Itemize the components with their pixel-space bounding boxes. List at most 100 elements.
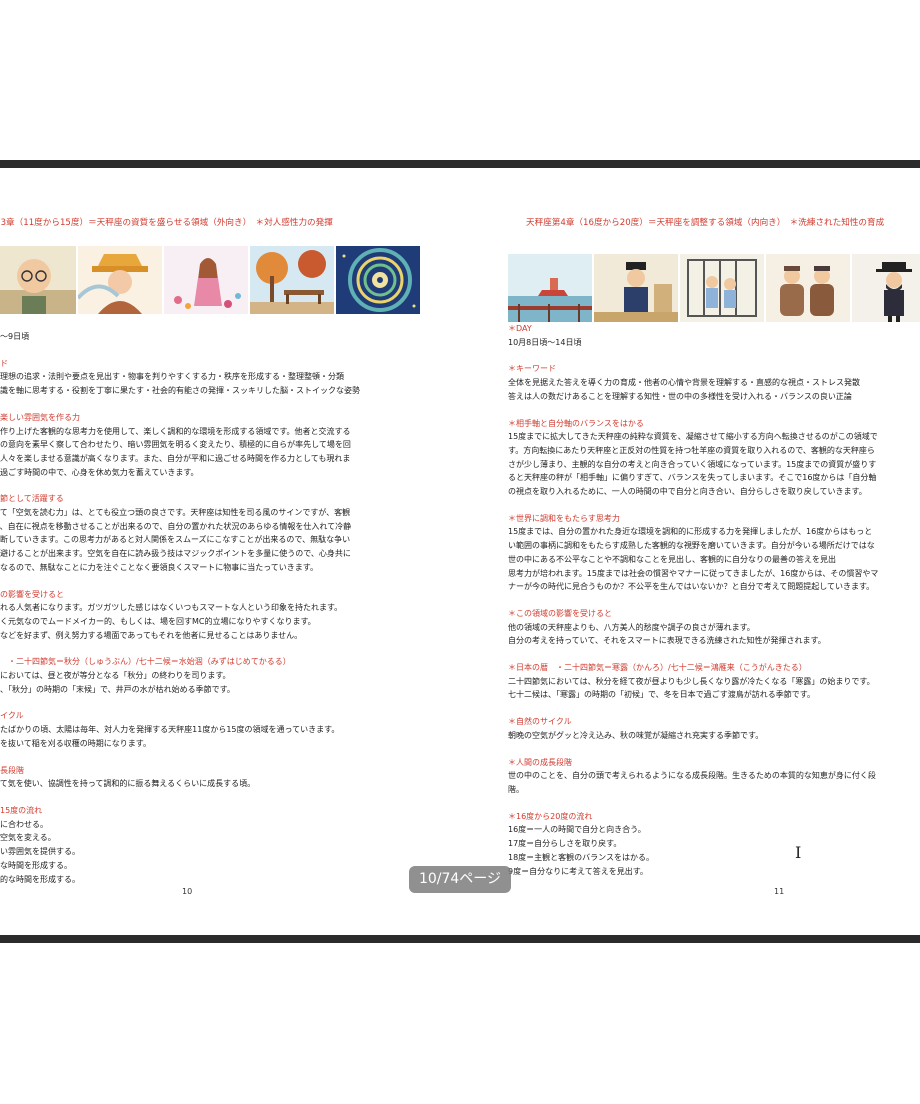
right-section-nature: ＊自然のサイクル 朝晩の空気がグッと冷え込み、秋の味覚が凝縮され充実する季節です… <box>508 715 878 742</box>
text-line: 水を抜いて稲を刈る収穫の時期になります。 <box>0 738 151 748</box>
text-line: 15度までは、自分の置かれた身近な環境を調和的に形成する力を発揮しましたが、16… <box>508 527 873 537</box>
left-section-nature: サイクル ったばかりの頃、太陽は毎年、対人力を発揮する天秤座11度から15度の領… <box>0 709 360 750</box>
bottom-bar <box>0 935 920 943</box>
left-page-header: 第3章（11度から15度）＝天秤座の資質を盛らせる領域（外向き） ＊対人感性力の… <box>0 218 333 228</box>
text-line: 手の意向を素早く察して合わせたり、暗い雰囲気を明るく変えたり、積極的に自らが率先… <box>0 440 351 450</box>
text-line: 16度＝一人の時間で自分と向き合う。 <box>508 825 646 835</box>
left-section-keywords: ード ・理想の追求・法則や要点を見出す・物事を判りやすくする力・秩序を形成する・… <box>0 357 360 398</box>
text-line: 要識を軸に思考する・役割を丁寧に果たす・社会的有能さの発揮・スッキリした脳・スト… <box>0 386 360 396</box>
illustration-man-with-hat <box>852 254 920 322</box>
page-number: 10 <box>182 887 193 896</box>
text-line: の視点を取り入れるために、一人の時間の中で自分と向き合い、自分らしさを取り戻して… <box>508 487 867 497</box>
text-line: るく元気なのでムードメイカー的、もしくは、場を回すMC的立場になりやすくなります… <box>0 616 316 626</box>
text-line: 二十四節気においては、秋分を経て夜が昼よりも少し長くなり露が冷たくなる「寒露」の… <box>508 676 875 686</box>
text-line: 15度までに拡大してきた天秤座の純粋な資質を、凝縮させて縮小する方向へ転換させる… <box>508 432 878 442</box>
top-bar <box>0 160 920 168</box>
text-line: 他の領域の天秤座よりも、八方美人的愁度や調子の良さが薄れます。 <box>508 622 755 632</box>
text-line: を避けることが出来ます。空気を自在に読み扱う技はマジックポイントを多量に使うので… <box>0 549 351 559</box>
text-line: くなるので、無駄なことに力を注ぐことなく要領良くスマートに物事に当たっていきます… <box>0 562 318 572</box>
right-section-harmony: ＊世界に調和をもたらす思考力 15度までは、自分の置かれた身近な環境を調和的に形… <box>508 512 878 594</box>
section-heading: ＊16度から20度の流れ <box>508 811 593 821</box>
left-page-body: 頃〜9日頃 ード ・理想の追求・法則や要点を見出す・物事を判りやすくする力・秩序… <box>0 330 360 886</box>
text-line: 全体を見据えた答えを導く力の育成・他者の心情や背景を理解する・直感的な視点・スト… <box>508 378 860 388</box>
text-line: 答えは人の数だけあることを理解する知性・世の中の多様性を受け入れる・バランスの良… <box>508 391 852 401</box>
section-heading: 暦 ・二十四節気＝秋分（しゅうぶん）/七十二候＝水始涸（みずはじめてかるる） <box>0 657 291 667</box>
text-line: 階。 <box>508 784 524 794</box>
illustration-man-with-glasses <box>0 246 76 314</box>
text-line: は、「秋分」の時期の「末候」で、井戸の水が枯れ始める季節です。 <box>0 684 235 694</box>
right-section-keywords: ＊キーワード 全体を見据えた答えを導く力の育成・他者の心情や背景を理解する・直感… <box>508 362 878 403</box>
text-line: 世の中にある不公平なことや不調和なことを見出し、客観的に自分なりの最善の答えを見… <box>508 554 836 564</box>
right-page: 天秤座第4章（16度から20度）＝天秤座を調整する領域（内向き） ＊洗練された知… <box>460 170 920 932</box>
left-section-growth: 成長段階 して気を使い、協調性を持って調和的に振る舞えるくらいに成長する頃。 <box>0 764 360 791</box>
text-line: 力などを好まず、例え努力する場面であってもそれを他者に見せることはありません。 <box>0 630 303 640</box>
text-line: ったばかりの頃、太陽は毎年、対人力を発揮する天秤座11度から15度の領域を通って… <box>0 725 340 735</box>
text-line: す。方向転換にあたり天秤座と正反対の性質を持つ牡羊座の資質を取り入れるので、客観… <box>508 445 875 455</box>
left-section-influence: 域の影響を受けると かれる人気者になります。ガツガツした感じはなくいつもスマート… <box>0 588 360 643</box>
illustration-ship-harbor <box>508 254 592 322</box>
illustration-prisoners <box>680 254 764 322</box>
text-line: 、人々を楽しませる意識が高くなります。また、自分が平和に過ごせる時間を作る力とし… <box>0 453 351 463</box>
illustration-girl-in-garden <box>164 246 248 314</box>
left-section-atmosphere: で楽しい雰囲気を作る力 に作り上げた客観的な思考力を使用して、楽しく調和的な環境… <box>0 411 360 480</box>
text-line: 手に合わせる。 <box>0 819 48 829</box>
text-line: いて「空気を読む力」は、とても役立つ頭の良さです。天秤座は知性を司る風のサインで… <box>0 508 351 518</box>
section-heading: い節として活躍する <box>0 494 64 504</box>
section-heading: サイクル <box>0 711 24 721</box>
section-heading: ＊DAY <box>508 324 532 333</box>
section-heading: 成長段階 <box>0 765 24 775</box>
illustration-bench-scene <box>250 246 334 314</box>
text-line: さが少し薄まり、主観的な自分の考えと向き合っていく領域になっています。15度まで… <box>508 459 877 469</box>
page-number: 11 <box>774 887 785 896</box>
text-line: い範囲の事柄に調和をもたらす成熟した客観的な視野を磨いていきます。自分が今いる場… <box>508 541 875 551</box>
section-heading: ら15度の流れ <box>0 805 43 815</box>
text-line: 頃〜9日頃 <box>0 332 30 341</box>
section-heading: ＊世界に調和をもたらす思考力 <box>508 513 620 523</box>
text-line: 世の中のことを、自分の頭で考えられるようになる成長段階。生きるための本質的な知恵… <box>508 771 876 781</box>
text-line: 気においては、昼と夜が等分となる「秋分」の終わりを司ります。 <box>0 671 231 681</box>
text-line: で、自在に視点を移動させることが出来るので、自分の置かれた状況のあらゆる情報を仕… <box>0 521 352 531</box>
text-line: 17度＝自分らしさを取り戻す。 <box>508 839 622 849</box>
right-section-flow: ＊16度から20度の流れ 16度＝一人の時間で自分と向き合う。 17度＝自分らし… <box>508 810 878 879</box>
text-cursor-icon: I <box>795 843 802 862</box>
text-line: に過ごす時間の中で、心身を休め気力を蓄えていきます。 <box>0 467 199 477</box>
section-heading: ード <box>0 358 8 368</box>
text-line: 自分の考えを持っていて、それをスマートに表現できる洗練された知性が発揮されます。 <box>508 636 826 646</box>
text-line: ・理想の追求・法則や要点を見出す・物事を判りやすくする力・秩序を形成する・整理整… <box>0 372 344 382</box>
page-indicator: 10/74ページ <box>409 866 511 893</box>
right-page-body: ＊DAY 10月8日頃〜14日頃 ＊キーワード 全体を見据えた答えを導く力の育成… <box>508 322 878 878</box>
left-section-calendar: 暦 ・二十四節気＝秋分（しゅうぶん）/七十二候＝水始涸（みずはじめてかるる） 気… <box>0 655 360 696</box>
text-line: の空気を変える。 <box>0 833 56 843</box>
left-section-flow: ら15度の流れ 手に合わせる。 の空気を変える。 しい雰囲気を提供する。 雅な時… <box>0 804 360 886</box>
text-line: して気を使い、協調性を持って調和的に振る舞えるくらいに成長する頃。 <box>0 779 256 789</box>
left-illustration-strip <box>0 246 420 314</box>
text-line: に作り上げた客観的な思考力を使用して、楽しく調和的な環境を形成する領域です。他者… <box>0 426 351 436</box>
right-section-influence: ＊この領域の影響を受けると 他の領域の天秤座よりも、八方美人的愁度や調子の良さが… <box>508 607 878 648</box>
text-line: 9度＝自分なりに考えて答えを見出す。 <box>508 866 648 876</box>
section-heading: ＊自然のサイクル <box>508 717 572 727</box>
illustration-barrel-men <box>766 254 850 322</box>
left-section-active: い節として活躍する いて「空気を読む力」は、とても役立つ頭の良さです。天秤座は知… <box>0 492 360 574</box>
text-line: 18度＝主観と客観のバランスをはかる。 <box>508 852 655 862</box>
right-illustration-strip <box>508 254 920 322</box>
section-heading: 域の影響を受けると <box>0 589 64 599</box>
section-heading: で楽しい雰囲気を作る力 <box>0 412 80 422</box>
section-heading: ＊相手軸と自分軸のバランスをはかる <box>508 418 644 428</box>
text-line: 和的な時間を形成する。 <box>0 874 80 884</box>
illustration-sailor <box>594 254 678 322</box>
text-line: 判断していきます。この思考力があると対人関係をスムーズにこなすことが出来るので、… <box>0 535 351 545</box>
text-line: 10月8日頃〜14日頃 <box>508 337 582 347</box>
text-line: 雅な時間を形成する。 <box>0 860 72 870</box>
right-section-day: ＊DAY 10月8日頃〜14日頃 <box>508 322 878 349</box>
section-heading: ＊キーワード <box>508 364 556 374</box>
illustration-child-yellow-hat <box>78 246 162 314</box>
section-heading: ＊人間の成長段階 <box>508 757 572 767</box>
text-line: 七十二候は、「寒露」の時期の「初候」で、冬を日本で過ごす渡鳥が訪れる季節です。 <box>508 690 815 700</box>
text-line: 朝晩の空気がグッと冷え込み、秋の味覚が凝縮され充実する季節です。 <box>508 730 764 740</box>
right-section-growth: ＊人間の成長段階 世の中のことを、自分の頭で考えられるようになる成長段階。生きる… <box>508 756 878 797</box>
left-page: 第3章（11度から15度）＝天秤座の資質を盛らせる領域（外向き） ＊対人感性力の… <box>0 170 460 932</box>
left-section-day: 頃〜9日頃 <box>0 330 360 344</box>
right-section-calendar: ＊日本の暦 ・二十四節気＝寒露（かんろ）/七十二候＝鴻雁来（こうがんきたる） 二… <box>508 661 878 702</box>
right-section-balance: ＊相手軸と自分軸のバランスをはかる 15度までに拡大してきた天秤座の純粋な資質を… <box>508 417 878 499</box>
text-line: 思考力が培われます。15度までは社会の慣習やマナーに従ってきましたが、16度から… <box>508 568 879 578</box>
